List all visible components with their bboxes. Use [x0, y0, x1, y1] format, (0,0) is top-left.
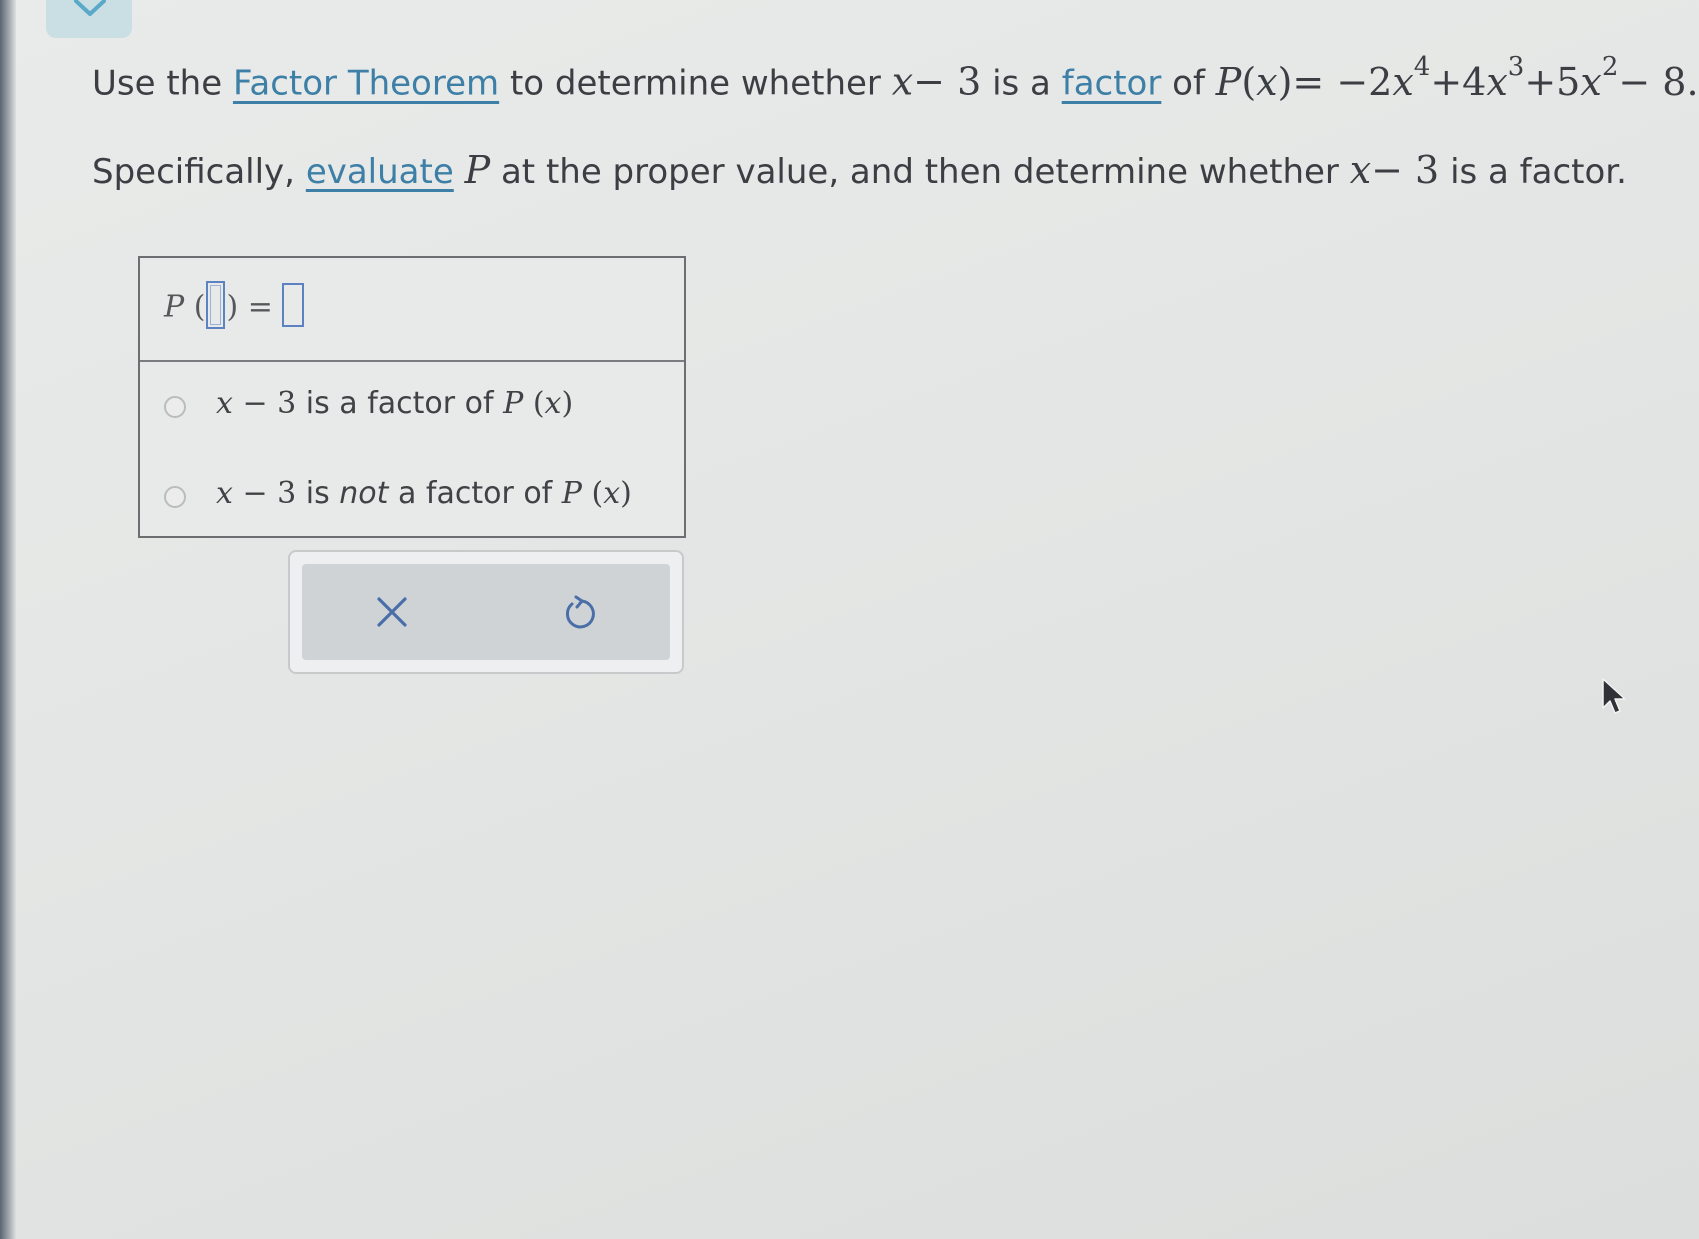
question-text: Specifically, — [92, 152, 295, 192]
math-paren: ( — [1241, 59, 1257, 104]
question-text: Use the — [92, 63, 223, 104]
math-variable: x — [216, 386, 233, 421]
math-variable: x — [1256, 59, 1278, 104]
x-value-input[interactable] — [206, 281, 226, 329]
math-paren: ) — [1277, 59, 1293, 104]
question-line-1: Use the Factor Theorem to determine whet… — [92, 52, 1699, 104]
math-paren: ) — [226, 289, 239, 325]
undo-icon — [565, 595, 595, 629]
question-text: at the proper value, and then determine … — [500, 152, 1339, 192]
answer-toolbar — [288, 550, 684, 674]
option-emphasis: not — [339, 476, 389, 511]
equals-sign: = — [247, 289, 273, 325]
math-paren: ( — [193, 289, 206, 325]
chevron-down-icon — [74, 0, 106, 16]
math-paren: ) — [620, 476, 632, 511]
evaluation-expression: P () = — [164, 281, 305, 332]
mouse-cursor-icon — [1600, 676, 1628, 720]
screen-edge — [0, 0, 16, 1239]
toolbar-inner — [302, 564, 670, 660]
math-variable: P — [1215, 59, 1242, 104]
evaluate-link[interactable]: evaluate — [306, 152, 454, 192]
math-expression: − 8. — [1618, 59, 1699, 104]
evaluation-row: P () = — [140, 258, 684, 362]
option-not-factor[interactable]: x − 3 is not a factor of P (x) — [140, 452, 684, 542]
math-exponent: 3 — [1507, 52, 1525, 82]
option-label[interactable]: x − 3 is a factor of P (x) — [216, 386, 573, 421]
undo-button[interactable] — [560, 594, 598, 632]
x-icon — [377, 597, 407, 627]
math-variable: P — [464, 148, 491, 192]
math-paren: ) — [561, 386, 574, 421]
option-text: a factor of — [397, 476, 553, 511]
radio-is-factor[interactable] — [164, 396, 186, 418]
math-variable: x — [891, 59, 914, 104]
option-text: is a factor of — [305, 386, 494, 421]
option-text: is — [305, 476, 330, 511]
math-variable: x — [1580, 59, 1602, 104]
math-expression: − 3 — [242, 386, 297, 421]
p-value-input[interactable] — [282, 283, 305, 327]
clear-button[interactable] — [374, 594, 410, 630]
factor-theorem-link[interactable]: Factor Theorem — [233, 64, 499, 104]
math-exponent: 2 — [1601, 52, 1619, 82]
math-variable: x — [1349, 148, 1372, 192]
math-paren: ( — [532, 386, 545, 421]
polynomial-formula: P(x)= −2x4+4x3+5x2− 8. — [1215, 52, 1699, 104]
math-variable: x — [216, 476, 233, 511]
question-line-2: Specifically, evaluate P at the proper v… — [92, 148, 1627, 192]
factor-link[interactable]: factor — [1062, 64, 1162, 104]
math-expression: = −2 — [1292, 59, 1393, 104]
math-expression: − 3 — [913, 59, 982, 104]
math-variable: x — [1486, 59, 1508, 104]
question-text: is a factor. — [1450, 152, 1627, 192]
question-text: of — [1172, 63, 1205, 104]
math-variable: P — [561, 476, 582, 511]
option-label[interactable]: x − 3 is not a factor of P (x) — [216, 476, 632, 511]
math-variable: x — [603, 476, 621, 511]
math-expression: − 3 — [242, 476, 297, 511]
question-text: to determine whether — [509, 63, 881, 104]
math-expression: − 3 — [1371, 148, 1440, 192]
math-expression: +5 — [1524, 59, 1581, 104]
answer-box: P () = x − 3 is a factor of P (x) x − 3 … — [138, 256, 686, 538]
math-exponent: 4 — [1413, 52, 1431, 82]
math-variable: x — [1392, 59, 1414, 104]
math-variable: x — [544, 386, 562, 421]
math-variable: P — [503, 386, 524, 421]
math-variable: P — [164, 289, 185, 325]
math-expression: +4 — [1430, 59, 1487, 104]
radio-not-factor[interactable] — [164, 486, 186, 508]
math-paren: ( — [591, 476, 604, 511]
option-is-factor[interactable]: x − 3 is a factor of P (x) — [140, 362, 684, 452]
collapse-tab[interactable] — [46, 0, 132, 38]
question-text: is a — [992, 63, 1051, 104]
